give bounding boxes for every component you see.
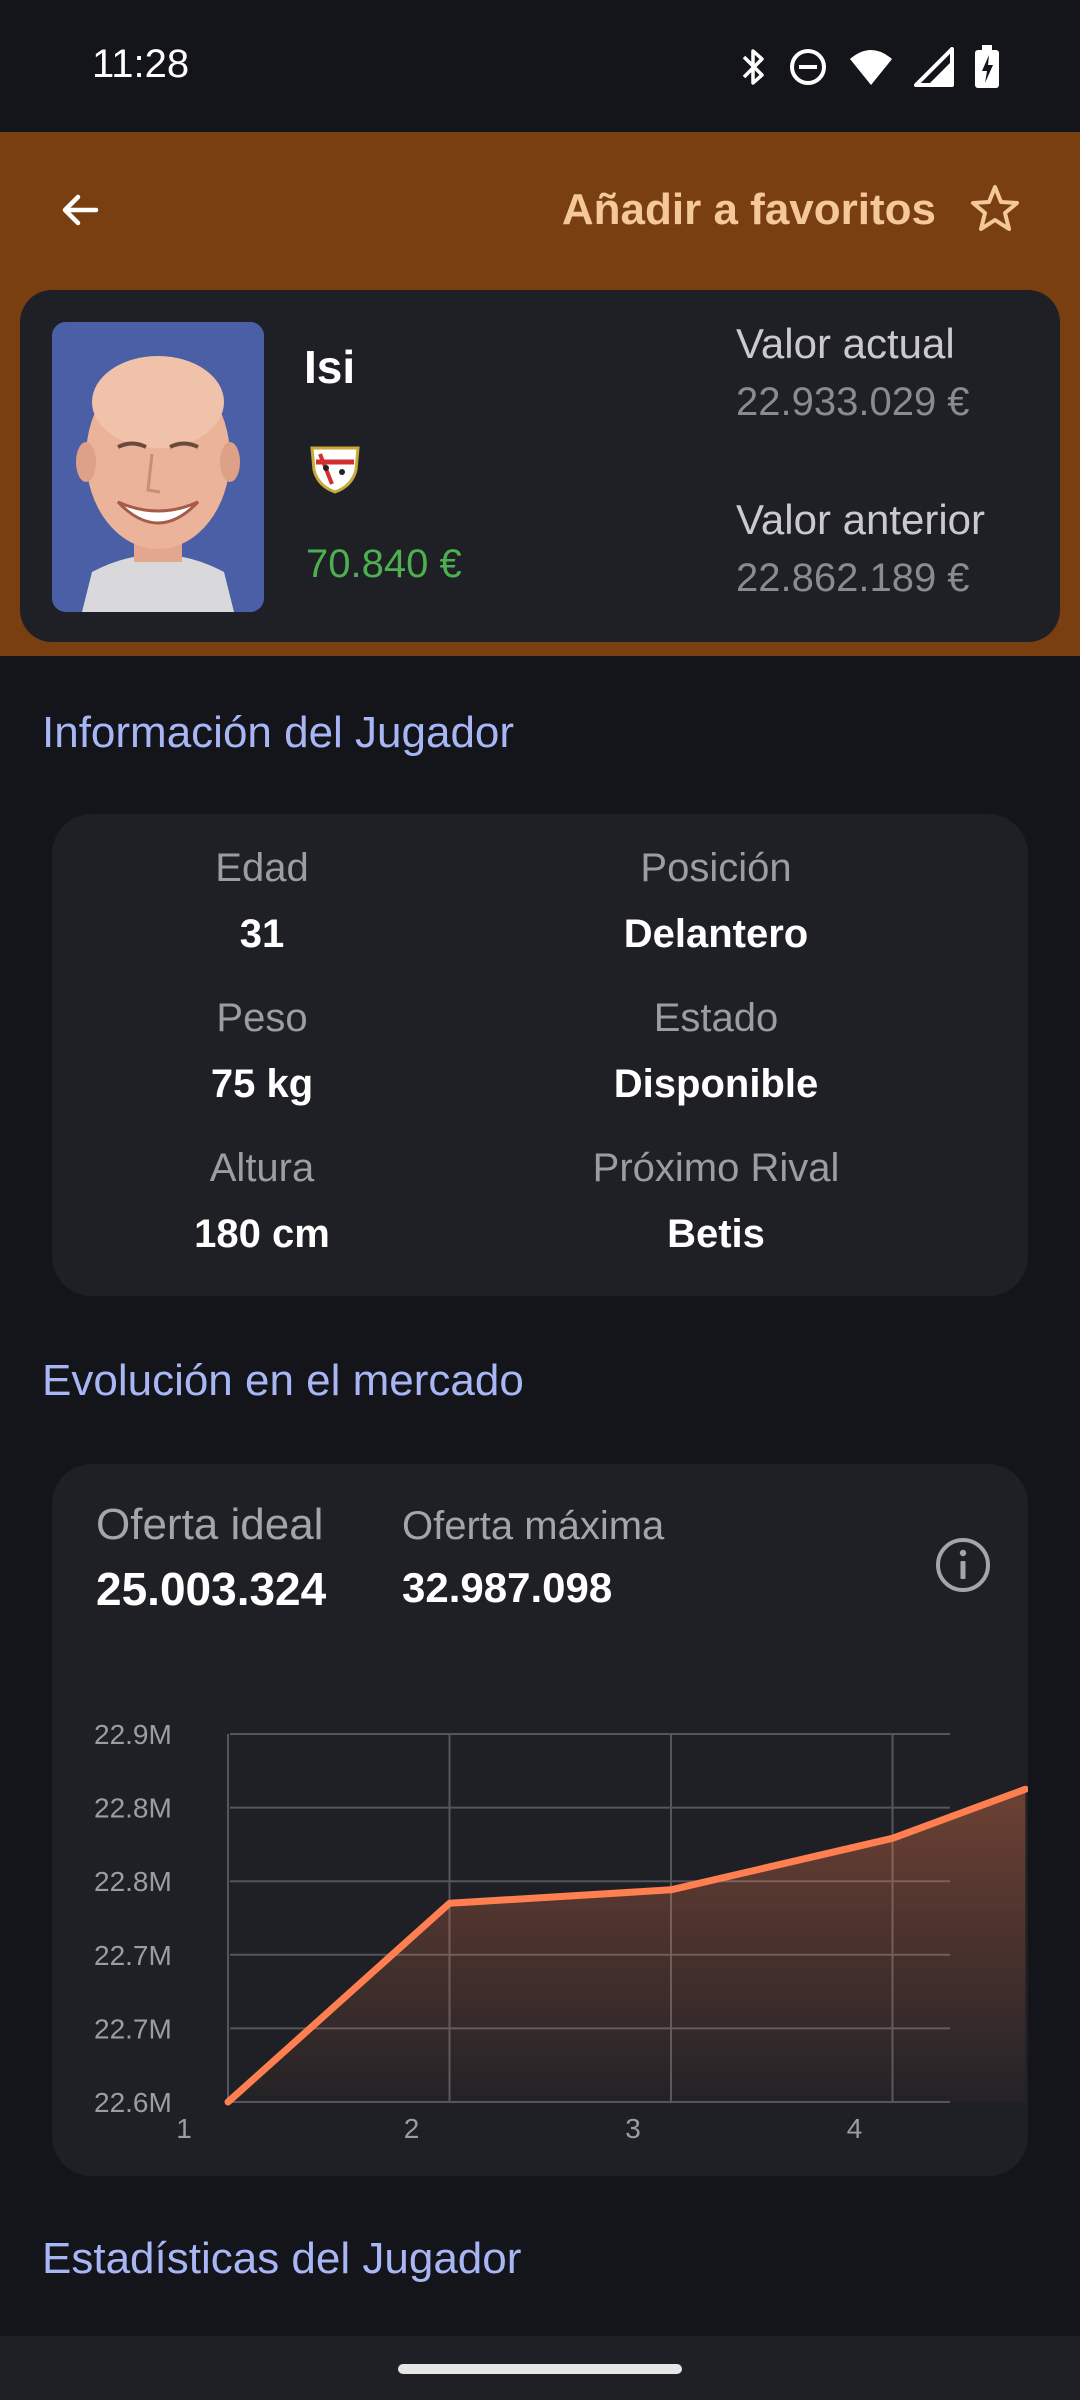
battery-charging-icon — [974, 45, 1000, 89]
info-value: 31 — [239, 912, 285, 956]
info-position: Posición Delantero — [506, 844, 926, 958]
y-tick-label: 22.7M — [94, 2013, 172, 2044]
player-info-card: Edad 31 Posición Delantero Peso 75 kg Es… — [52, 814, 1028, 1296]
player-name: Isi — [304, 341, 356, 393]
x-tick-label: 1 — [176, 2113, 192, 2144]
info-weight: Peso 75 kg — [52, 994, 472, 1108]
arrow-back-icon — [62, 194, 99, 226]
add-favorites-button[interactable]: Añadir a favoritos — [562, 180, 936, 240]
info-status: Estado Disponible — [506, 994, 926, 1108]
wifi-icon — [848, 47, 894, 87]
team-badge-icon — [308, 442, 362, 496]
x-tick-label: 4 — [847, 2113, 863, 2144]
y-tick-label: 22.8M — [94, 1866, 172, 1897]
section-title-info: Información del Jugador — [42, 708, 515, 757]
info-label: Posición — [640, 846, 792, 890]
info-value: 180 cm — [194, 1212, 330, 1256]
y-tick-label: 22.7M — [94, 1940, 172, 1971]
player-card: Isi 70.840 € Valor actual 22.933.029 € V… — [20, 290, 1060, 642]
info-value: 75 kg — [210, 1062, 314, 1106]
back-button[interactable] — [44, 174, 116, 246]
y-tick-label: 22.8M — [94, 1793, 172, 1824]
home-indicator[interactable] — [398, 2364, 682, 2374]
info-label: Peso — [216, 996, 308, 1040]
info-value: Disponible — [613, 1062, 819, 1106]
status-icons — [738, 44, 1000, 90]
current-value: 22.933.029 € — [736, 380, 970, 424]
info-value: Betis — [667, 1212, 765, 1256]
previous-value: 22.862.189 € — [736, 556, 970, 600]
player-price: 70.840 € — [306, 542, 462, 586]
status-time: 11:28 — [92, 42, 190, 86]
x-tick-label: 3 — [625, 2113, 641, 2144]
market-card: Oferta ideal 25.003.324 Oferta máxima 32… — [52, 1464, 1028, 2176]
info-label: Estado — [653, 996, 779, 1040]
info-label: Altura — [209, 1146, 315, 1190]
status-bar: 11:28 — [0, 0, 1080, 132]
info-next-rival: Próximo Rival Betis — [506, 1144, 926, 1258]
info-label: Edad — [215, 846, 309, 890]
star-icon[interactable] — [962, 176, 1028, 242]
info-age: Edad 31 — [52, 844, 472, 958]
y-tick-label: 22.6M — [94, 2087, 172, 2118]
info-value: Delantero — [623, 912, 809, 956]
previous-value-label: Valor anterior — [736, 496, 986, 543]
market-chart: 22.6M 22.7M 22.7M 22.8M 22.8M 22.9M 1 2 3 4 — [94, 1719, 1028, 2144]
y-tick-label: 22.9M — [94, 1719, 172, 1750]
signal-icon — [914, 47, 954, 87]
info-height: Altura 180 cm — [52, 1144, 472, 1258]
info-label: Próximo Rival — [592, 1146, 840, 1190]
bluetooth-icon — [738, 47, 768, 87]
x-tick-label: 2 — [404, 2113, 420, 2144]
player-detail-screen: 11:28 Añadir a favoritos Isi 70.840 € Va… — [0, 0, 1080, 2400]
player-photo — [52, 322, 264, 612]
section-title-market: Evolución en el mercado — [42, 1356, 524, 1405]
section-title-stats: Estadísticas del Jugador — [42, 2234, 522, 2283]
current-value-label: Valor actual — [736, 320, 955, 367]
do-not-disturb-icon — [788, 47, 828, 87]
